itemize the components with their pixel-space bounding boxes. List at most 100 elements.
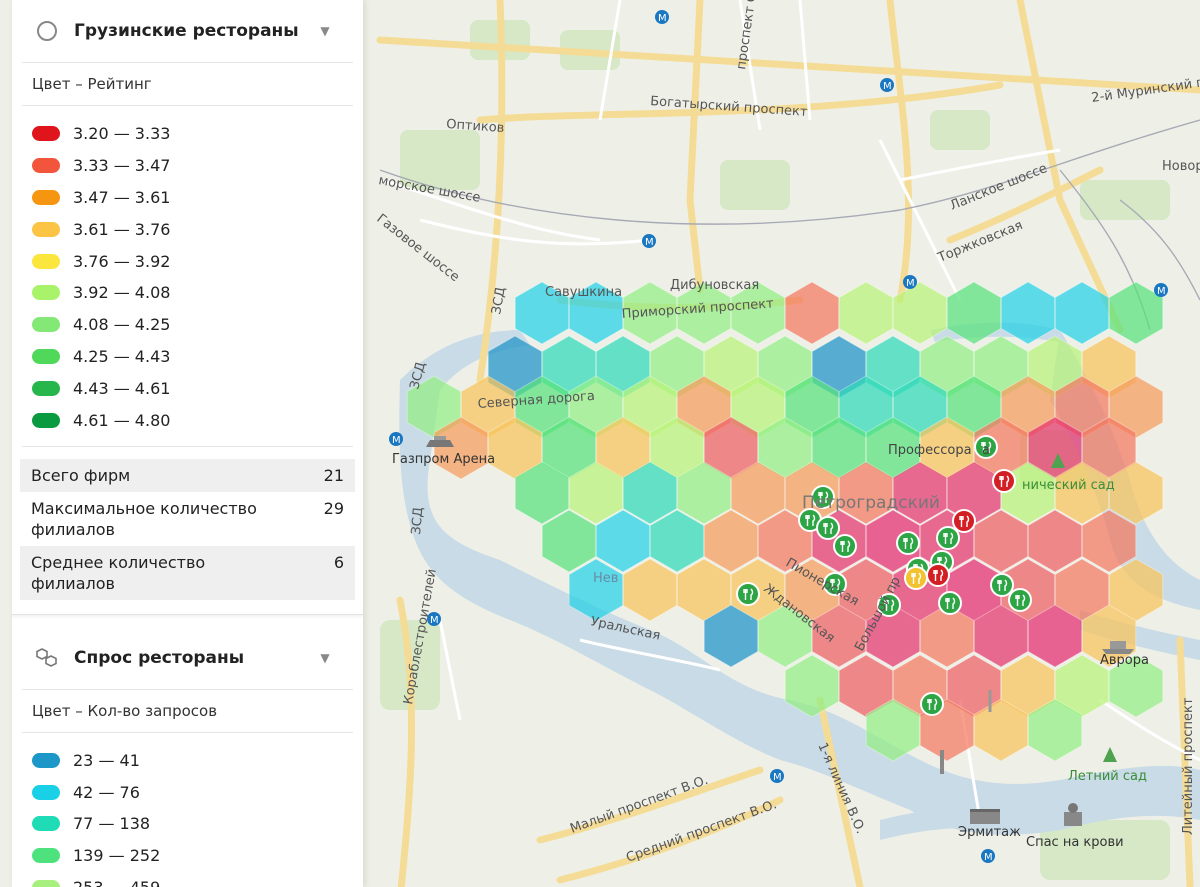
hexagons-icon[interactable] <box>36 647 58 669</box>
column-icon[interactable] <box>940 750 944 774</box>
legend-item: 3.20 — 3.33 <box>32 118 353 150</box>
legend-swatch <box>32 317 60 333</box>
legend-label: 4.43 — 4.61 <box>73 378 171 398</box>
legend-item: 3.76 — 3.92 <box>32 245 353 277</box>
chevron-down-icon[interactable]: ▼ <box>317 650 333 666</box>
legend-item: 3.33 — 3.47 <box>32 150 353 182</box>
metro-icon[interactable]: M <box>642 234 656 248</box>
stat-value: 29 <box>323 498 344 518</box>
legend-label: 3.76 — 3.92 <box>73 251 171 271</box>
legend-swatch <box>32 784 60 800</box>
restaurant-marker-icon[interactable] <box>936 526 960 550</box>
legend-swatch <box>32 285 60 301</box>
map-label: Эрмитаж <box>958 825 1021 840</box>
legend-item: 139 — 252 <box>32 840 353 872</box>
metro-icon[interactable]: M <box>389 432 403 446</box>
legend-item: 23 — 41 <box>32 745 353 777</box>
sidebar-panel: Грузинские рестораны ▼ Цвет – Рейтинг 3.… <box>12 0 363 887</box>
museum-icon[interactable] <box>970 809 1000 824</box>
svg-text:M: M <box>883 81 892 92</box>
restaurant-marker-icon[interactable] <box>816 516 840 540</box>
restaurant-marker-icon[interactable] <box>990 573 1014 597</box>
stat-row-total: Всего фирм 21 <box>20 458 355 492</box>
restaurant-marker-icon[interactable] <box>896 531 920 555</box>
stat-label: Среднее количество филиалов <box>31 552 206 593</box>
legend-swatch <box>32 253 60 269</box>
restaurant-marker-icon[interactable] <box>992 469 1016 493</box>
metro-icon[interactable]: M <box>770 769 784 783</box>
chevron-down-icon[interactable]: ▼ <box>317 23 333 39</box>
restaurant-marker-icon[interactable] <box>952 509 976 533</box>
restaurant-marker-icon[interactable] <box>904 566 928 590</box>
legend-label: 4.61 — 4.80 <box>73 410 171 430</box>
metro-icon[interactable]: M <box>655 10 669 24</box>
restaurant-marker-icon[interactable] <box>736 582 760 606</box>
legend-item: 3.92 — 4.08 <box>32 277 353 309</box>
legend-swatch <box>32 848 60 864</box>
legend-swatch <box>32 221 60 237</box>
map-label: Новор <box>1162 159 1200 174</box>
legend-label: 77 — 138 <box>73 814 151 834</box>
legend-item: 253 — 459 <box>32 871 353 887</box>
svg-text:M: M <box>773 772 782 783</box>
legend-item: 4.25 — 4.43 <box>32 341 353 373</box>
card-divider <box>12 600 363 615</box>
legend-label: 3.47 — 3.61 <box>73 187 171 207</box>
metro-icon[interactable]: M <box>981 849 995 863</box>
legend-label: 42 — 76 <box>73 782 140 802</box>
legend-item: 3.47 — 3.61 <box>32 182 353 214</box>
map-label: Дибуновская <box>670 278 759 293</box>
stat-row-avg: Среднее количество филиалов 6 <box>20 545 355 600</box>
legend-subtitle: Цвет – Рейтинг <box>22 63 353 106</box>
restaurant-marker-icon[interactable] <box>833 534 857 558</box>
stat-label: Максимальное количество филиалов <box>31 498 257 539</box>
map-label: Аврора <box>1100 653 1149 668</box>
layer-card-georgian-restaurants: Грузинские рестораны ▼ Цвет – Рейтинг 3.… <box>12 0 363 615</box>
legend-item: 42 — 76 <box>32 777 353 809</box>
demand-legend: 23 — 41 42 — 76 77 — 138 139 — 252 253 — 459 <box>22 733 353 887</box>
layer-header[interactable]: Грузинские рестораны ▼ <box>22 0 353 63</box>
layer-title: Спрос рестораны <box>74 647 245 668</box>
stat-value: 21 <box>323 465 344 485</box>
legend-swatch <box>32 412 60 428</box>
restaurant-marker-icon[interactable] <box>926 563 950 587</box>
legend-label: 3.92 — 4.08 <box>73 283 171 303</box>
layer-title: Грузинские рестораны <box>74 21 299 41</box>
stat-value: 6 <box>333 552 344 572</box>
legend-swatch <box>32 158 60 174</box>
svg-text:M: M <box>392 435 401 446</box>
legend-label: 3.61 — 3.76 <box>73 219 171 239</box>
legend-swatch <box>32 753 60 769</box>
metro-icon[interactable]: M <box>1154 283 1168 297</box>
legend-swatch <box>32 348 60 364</box>
restaurant-marker-icon[interactable] <box>938 591 962 615</box>
map-label: Летний сад <box>1068 769 1147 784</box>
map-label: ЗСД <box>409 507 426 536</box>
circle-icon[interactable] <box>36 20 58 42</box>
restaurant-marker-icon[interactable] <box>1008 588 1032 612</box>
map-label: Литейный проспект <box>1181 697 1196 835</box>
metro-icon[interactable]: M <box>880 78 894 92</box>
stat-label: Всего фирм <box>31 465 131 485</box>
legend-swatch <box>32 380 60 396</box>
legend-label: 253 — 459 <box>73 878 160 887</box>
metro-icon[interactable]: M <box>903 275 917 289</box>
legend-swatch <box>32 816 60 832</box>
restaurant-marker-icon[interactable] <box>920 692 944 716</box>
legend-label: 4.08 — 4.25 <box>73 315 171 335</box>
layer-header[interactable]: Спрос рестораны ▼ <box>22 627 353 690</box>
map-label: Газпром Арена <box>392 452 495 467</box>
legend-swatch <box>32 126 60 142</box>
map-label: Нев <box>593 571 618 586</box>
fortress-icon[interactable] <box>988 690 992 712</box>
map-label: Савушкина <box>545 285 622 300</box>
legend-item: 4.43 — 4.61 <box>32 372 353 404</box>
stat-row-max: Максимальное количество филиалов 29 <box>20 492 355 546</box>
legend-subtitle: Цвет – Кол-во запросов <box>22 690 353 733</box>
map-label: Спас на крови <box>1026 835 1124 850</box>
legend-item: 77 — 138 <box>32 808 353 840</box>
legend-label: 23 — 41 <box>73 751 140 771</box>
svg-text:M: M <box>984 852 993 863</box>
legend-swatch <box>32 879 60 887</box>
svg-text:M: M <box>658 13 667 24</box>
